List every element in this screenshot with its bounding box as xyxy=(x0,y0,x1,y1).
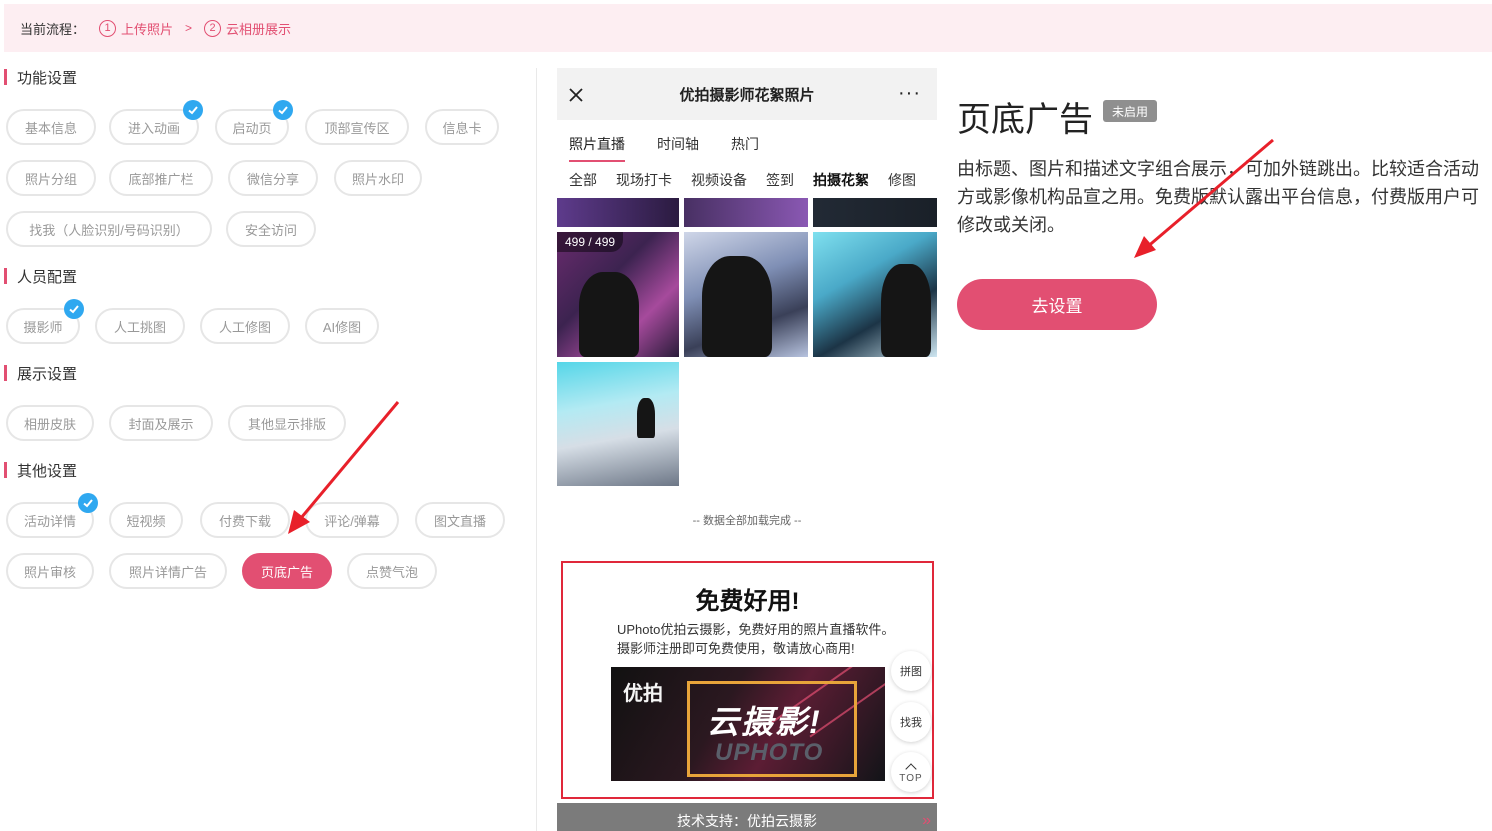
step-number: 1 xyxy=(99,19,117,37)
step-upload-photos[interactable]: 1 上传照片 xyxy=(99,19,173,38)
chip-cover-display[interactable]: 封面及展示 xyxy=(109,405,213,441)
person-silhouette xyxy=(881,264,931,357)
footer-ad-preview[interactable]: 免费好用! UPhoto优拍云摄影，免费好用的照片直播软件。 摄影师注册即可免费… xyxy=(561,561,934,799)
subtab-retouch[interactable]: 修图 xyxy=(888,170,916,190)
person-silhouette xyxy=(702,256,772,357)
chip-photo-group[interactable]: 照片分组 xyxy=(6,160,96,196)
step-label: 上传照片 xyxy=(121,21,174,37)
find-me-button[interactable]: 找我 xyxy=(891,702,931,742)
tech-support-text: 技术支持：优拍云摄影 xyxy=(677,813,817,829)
section-title-staff: 人员配置 xyxy=(4,266,77,287)
subtab-behind-scenes[interactable]: 拍摄花絮 xyxy=(813,170,869,190)
phone-subtabs: 全部 现场打卡 视频设备 签到 拍摄花絮 修图 xyxy=(569,170,935,190)
chip-album-skin[interactable]: 相册皮肤 xyxy=(6,405,94,441)
chip-wechat-share[interactable]: 微信分享 xyxy=(228,160,318,196)
panel-divider xyxy=(536,68,537,831)
more-icon[interactable]: ··· xyxy=(898,82,921,105)
section-title-display: 展示设置 xyxy=(4,363,77,384)
chip-photographer[interactable]: 摄影师 xyxy=(6,299,84,344)
status-badge: 未启用 xyxy=(1103,100,1158,122)
chip-photo-review[interactable]: 照片审核 xyxy=(6,553,94,589)
section-title-other: 其他设置 xyxy=(4,460,77,481)
subtab-checkin-scene[interactable]: 现场打卡 xyxy=(616,170,672,190)
chip-footer-ad[interactable]: 页底广告 xyxy=(242,553,332,589)
photo-thumbnail[interactable] xyxy=(684,232,808,357)
process-label: 当前流程： xyxy=(20,21,86,37)
check-icon xyxy=(78,493,98,513)
chip-comments-danmaku[interactable]: 评论/弹幕 xyxy=(305,502,399,538)
detail-description: 由标题、图片和描述文字组合展示，可加外链跳出。比较适合活动方或影像机构品宣之用。… xyxy=(957,159,1479,235)
chip-photo-watermark[interactable]: 照片水印 xyxy=(334,160,422,196)
chip-paid-download[interactable]: 付费下载 xyxy=(200,502,290,538)
step-cloud-album[interactable]: 2 云相册展示 xyxy=(204,19,291,38)
process-bar: 当前流程： 1 上传照片 > 2 云相册展示 xyxy=(4,4,1492,52)
photo-thumbnail[interactable]: 499 / 499 xyxy=(557,232,679,357)
check-icon xyxy=(183,100,203,120)
photo-thumbnail[interactable] xyxy=(813,232,937,357)
subtab-all[interactable]: 全部 xyxy=(569,170,597,190)
chip-label: 活动详情 xyxy=(23,513,76,529)
ad-title: 免费好用! xyxy=(695,588,800,615)
photo-thumbnail[interactable] xyxy=(557,362,679,486)
close-icon[interactable] xyxy=(567,86,585,104)
chip-other-layout[interactable]: 其他显示排版 xyxy=(228,405,346,441)
chip-bottom-promo[interactable]: 底部推广栏 xyxy=(109,160,213,196)
phone-header: 优拍摄影师花絮照片 ··· xyxy=(557,68,937,120)
chip-label: 进入动画 xyxy=(127,120,180,136)
phone-preview: 优拍摄影师花絮照片 ··· 照片直播 时间轴 热门 全部 现场打卡 视频设备 签… xyxy=(557,68,937,831)
chip-like-bubble[interactable]: 点赞气泡 xyxy=(347,553,437,589)
phone-title: 优拍摄影师花絮照片 xyxy=(679,86,815,104)
chip-manual-retouch[interactable]: 人工修图 xyxy=(200,308,290,344)
photo-counter: 499 / 499 xyxy=(557,232,624,252)
ad-headline: 云摄影! xyxy=(707,704,822,740)
chip-launch-page[interactable]: 启动页 xyxy=(215,100,293,145)
chip-graphic-live[interactable]: 图文直播 xyxy=(415,502,505,538)
chip-basic-info[interactable]: 基本信息 xyxy=(6,109,96,145)
chip-entry-animation[interactable]: 进入动画 xyxy=(109,100,203,145)
step-label: 云相册展示 xyxy=(226,21,292,37)
step-separator: > xyxy=(185,21,193,35)
ad-logo: 优拍 xyxy=(623,683,663,705)
check-icon xyxy=(273,100,293,120)
person-silhouette xyxy=(637,398,655,438)
subtab-sign-in[interactable]: 签到 xyxy=(766,170,794,190)
photo-thumbnail[interactable] xyxy=(684,198,808,227)
tab-timeline[interactable]: 时间轴 xyxy=(657,134,699,154)
ad-description-line: UPhoto优拍云摄影，免费好用的照片直播软件。 xyxy=(617,622,895,637)
subtab-video-equipment[interactable]: 视频设备 xyxy=(691,170,747,190)
double-chevron-icon: » xyxy=(922,812,931,829)
chip-manual-pick[interactable]: 人工挑图 xyxy=(95,308,185,344)
phone-tabs: 照片直播 时间轴 热门 xyxy=(569,134,791,162)
tech-support-bar: 技术支持：优拍云摄影 » xyxy=(557,803,937,831)
load-complete-text: -- 数据全部加载完成 -- xyxy=(692,515,802,527)
chip-photo-detail-ad[interactable]: 照片详情广告 xyxy=(109,553,227,589)
collage-button[interactable]: 拼图 xyxy=(891,651,931,691)
chip-ai-retouch[interactable]: AI修图 xyxy=(305,308,379,344)
chip-info-card[interactable]: 信息卡 xyxy=(425,109,499,145)
ad-banner-image: 优拍 UPHOTO 云摄影! xyxy=(611,667,885,781)
chip-top-promo[interactable]: 顶部宣传区 xyxy=(305,109,409,145)
chip-event-details[interactable]: 活动详情 xyxy=(6,493,98,538)
tab-hot[interactable]: 热门 xyxy=(731,134,759,154)
person-silhouette xyxy=(579,272,639,357)
chip-label: 启动页 xyxy=(232,120,272,136)
chip-label: 摄影师 xyxy=(23,319,63,335)
photo-thumbnail[interactable] xyxy=(557,198,679,227)
step-number: 2 xyxy=(204,19,222,37)
go-setup-button[interactable]: 去设置 xyxy=(957,279,1157,330)
photo-thumbnail[interactable] xyxy=(813,198,937,227)
ad-description-line: 摄影师注册即可免费使用，敬请放心商用! xyxy=(617,641,855,656)
ad-english-text: UPHOTO xyxy=(715,739,824,766)
detail-title: 页底广告 xyxy=(957,101,1093,139)
chip-secure-access[interactable]: 安全访问 xyxy=(226,211,316,247)
chip-short-video[interactable]: 短视频 xyxy=(109,502,183,538)
back-to-top-button[interactable]: TOP xyxy=(891,752,931,792)
check-icon xyxy=(64,299,84,319)
tab-photo-live[interactable]: 照片直播 xyxy=(569,134,625,162)
chip-find-me[interactable]: 找我（人脸识别/号码识别） xyxy=(6,211,212,247)
section-title-function: 功能设置 xyxy=(4,67,77,88)
